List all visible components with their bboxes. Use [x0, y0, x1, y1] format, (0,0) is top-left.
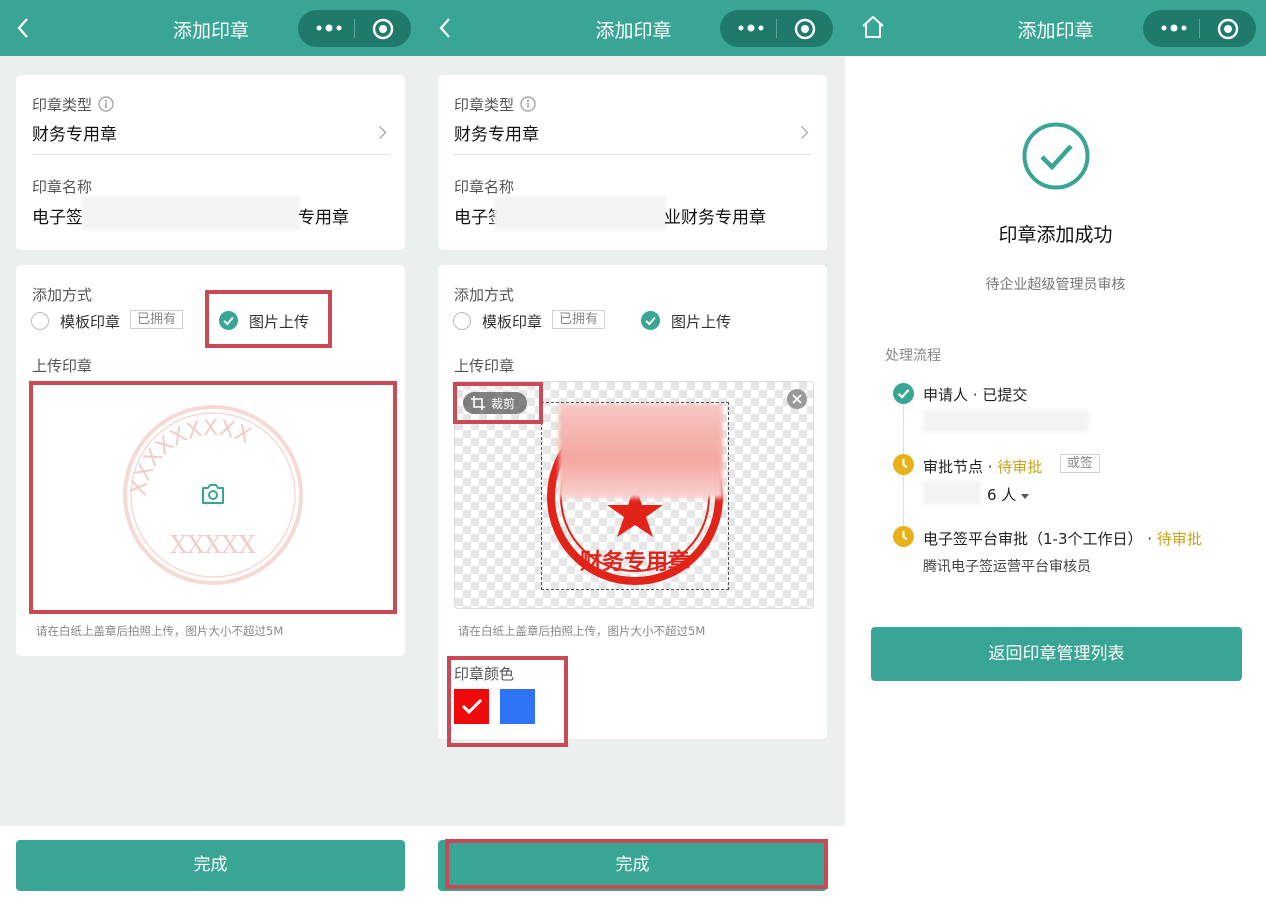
upload-hint: 请在白纸上盖章后拍照上传，图片大小不超过5M — [36, 624, 284, 638]
capsule-divider — [354, 19, 355, 38]
mini-program-capsule — [1143, 10, 1256, 47]
done-button[interactable]: 完成 — [16, 840, 405, 891]
seal-info-card: 印章类型 财务专用章 印章名称 电子签 专用章 — [16, 75, 405, 250]
crop-frame[interactable] — [541, 402, 729, 590]
seal-type-value[interactable]: 财务专用章 — [32, 120, 117, 145]
more-icon[interactable] — [738, 24, 764, 32]
info-icon[interactable] — [98, 96, 114, 112]
redacted-company-name — [82, 196, 300, 230]
add-method-label: 添加方式 — [32, 286, 93, 304]
step-3-status: 待审批 — [1156, 530, 1202, 548]
nav-bar: 添加印章 — [0, 0, 422, 56]
more-icon[interactable] — [1161, 24, 1187, 32]
seal-name-label: 印章名称 — [32, 178, 93, 196]
highlight-seal-color — [447, 656, 568, 747]
more-icon[interactable] — [316, 24, 342, 32]
step-3-reviewer: 腾讯电子签运营平台审核员 — [923, 559, 1091, 575]
clock-pending-icon — [893, 454, 914, 475]
add-method-label: 添加方式 — [454, 286, 515, 304]
option-template-label[interactable]: 模板印章 — [60, 311, 120, 332]
step-2-name: 审批节点 — [923, 458, 984, 476]
nav-bar: 添加印章 — [422, 0, 845, 56]
clock-pending-icon — [893, 526, 914, 547]
approver-count-text: 6 人 — [987, 486, 1017, 504]
step-2-status: 待审批 — [997, 458, 1043, 476]
redacted-applicant — [923, 410, 1089, 432]
step-2-title: 审批节点 · 待审批 — [923, 458, 1043, 476]
remove-image-icon[interactable] — [787, 389, 807, 409]
or-sign-tag: 或签 — [1060, 454, 1101, 473]
capsule-divider — [1199, 19, 1200, 38]
panel-add-seal-uploaded: 添加印章 印章类型 财务专用章 印章名称 电子签 业财务专用章 添加方式 模板印… — [422, 0, 845, 901]
approver-count[interactable]: 6 人 — [987, 484, 1030, 505]
divider — [454, 154, 811, 155]
capsule-divider — [776, 19, 777, 38]
upload-hint: 请在白纸上盖章后拍照上传，图片大小不超过5M — [458, 624, 706, 638]
check-circle-icon[interactable] — [641, 311, 660, 330]
option-upload-label[interactable]: 图片上传 — [671, 311, 731, 332]
caret-down-icon — [1021, 494, 1030, 499]
radio-template-unchecked[interactable] — [31, 312, 49, 330]
chevron-right-icon[interactable] — [378, 125, 387, 140]
option-template-label[interactable]: 模板印章 — [482, 311, 542, 332]
mini-program-capsule — [720, 10, 833, 47]
chevron-right-icon[interactable] — [800, 125, 809, 140]
step-1-name: 申请人 — [923, 386, 969, 404]
owned-tag: 已拥有 — [552, 310, 606, 329]
highlight-done-button — [445, 839, 828, 889]
upload-seal-label: 上传印章 — [32, 357, 93, 375]
seal-name-suffix: 专用章 — [298, 208, 349, 228]
bottom-bar: 完成 — [0, 826, 422, 901]
seal-name-label: 印章名称 — [454, 178, 515, 196]
close-target-icon[interactable] — [1217, 18, 1239, 40]
panel-add-seal-empty: 添加印章 印章类型 财务专用章 印章名称 电子签 专用章 添加方式 模板印章 已… — [0, 0, 422, 901]
panel-add-success: 添加印章 印章添加成功 待企业超级管理员审核 处理流程 申请人 · 已提交 审批… — [845, 0, 1266, 901]
step-1-status: 已提交 — [982, 386, 1028, 404]
upload-seal-label: 上传印章 — [454, 357, 515, 375]
highlight-crop-button — [453, 382, 543, 424]
redacted-approvers — [923, 481, 981, 505]
nav-bar: 添加印章 — [845, 0, 1266, 56]
seal-name-prefix: 电子签 — [32, 208, 83, 228]
back-to-list-button[interactable]: 返回印章管理列表 — [871, 627, 1242, 681]
step-3-title: 电子签平台审批（1-3个工作日） · 待审批 — [923, 530, 1202, 548]
mini-program-capsule — [298, 10, 411, 47]
owned-tag: 已拥有 — [130, 310, 184, 329]
redacted-company-name — [494, 196, 666, 230]
close-target-icon[interactable] — [794, 18, 816, 40]
info-icon[interactable] — [520, 96, 536, 112]
seal-name-suffix: 业财务专用章 — [664, 208, 766, 228]
step-3-name: 电子签平台审批（1-3个工作日） — [923, 530, 1143, 548]
success-title: 印章添加成功 — [998, 224, 1113, 246]
step-done-icon — [893, 383, 914, 404]
radio-template-unchecked[interactable] — [453, 312, 471, 330]
seal-type-value[interactable]: 财务专用章 — [454, 120, 539, 145]
success-check-icon — [1022, 122, 1090, 190]
highlight-upload-option — [205, 290, 332, 348]
seal-type-label: 印章类型 — [454, 96, 515, 114]
seal-info-card: 印章类型 财务专用章 印章名称 电子签 业财务专用章 — [438, 75, 827, 250]
timeline-line — [903, 472, 904, 530]
process-label: 处理流程 — [885, 348, 941, 364]
divider — [32, 154, 389, 155]
seal-type-label: 印章类型 — [32, 96, 93, 114]
close-target-icon[interactable] — [372, 18, 394, 40]
timeline-line — [903, 404, 904, 459]
success-subtitle: 待企业超级管理员审核 — [985, 277, 1126, 293]
highlight-upload-area — [29, 381, 397, 614]
step-1-title: 申请人 · 已提交 — [923, 386, 1028, 404]
